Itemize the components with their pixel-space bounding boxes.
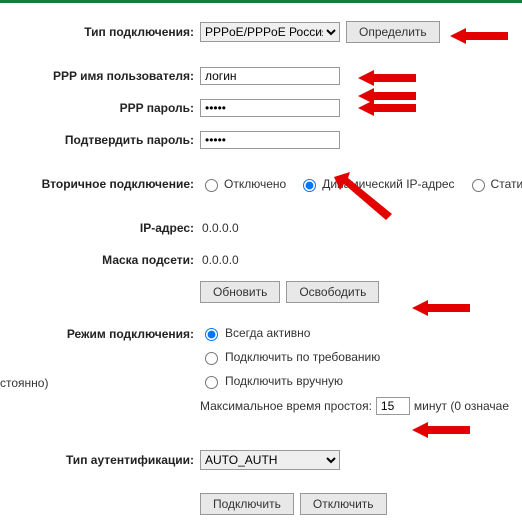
ppp-pass2-input[interactable]: [200, 131, 340, 149]
label-ip: IP-адрес:: [0, 221, 200, 235]
label-conn-type: Тип подключения:: [0, 25, 200, 39]
radio-secondary-dynamic-label: Динамический IP-адрес: [322, 177, 454, 191]
ip-value: 0.0.0.0: [200, 221, 239, 235]
radio-mode-manual[interactable]: Подключить вручную: [200, 373, 509, 389]
label-idle: Максимальное время простоя:: [200, 399, 372, 413]
detect-button[interactable]: Определить: [346, 21, 440, 43]
connect-button[interactable]: Подключить: [200, 493, 294, 515]
radio-secondary-off-label: Отключено: [224, 177, 286, 191]
auth-select[interactable]: AUTO_AUTH: [200, 450, 340, 470]
label-ppp-pass2: Подтвердить пароль:: [0, 133, 200, 147]
label-ppp-pass: PPP пароль:: [0, 101, 200, 115]
renew-button[interactable]: Обновить: [200, 281, 280, 303]
label-mask: Маска подсети:: [0, 253, 200, 267]
secondary-radio-group: Отключено Динамический IP-адрес Статиче: [200, 176, 522, 192]
radio-mode-ondemand-input[interactable]: [205, 352, 218, 365]
label-idle-suffix: минут (0 означае: [414, 399, 509, 413]
radio-mode-always-label: Всегда активно: [225, 326, 310, 340]
radio-mode-manual-input[interactable]: [205, 376, 218, 389]
radio-secondary-dynamic-input[interactable]: [303, 179, 316, 192]
radio-mode-ondemand[interactable]: Подключить по требованию: [200, 349, 509, 365]
radio-mode-always[interactable]: Всегда активно: [200, 325, 509, 341]
radio-mode-ondemand-label: Подключить по требованию: [225, 350, 380, 364]
ppp-user-input[interactable]: [200, 67, 340, 85]
radio-secondary-off-input[interactable]: [205, 179, 218, 192]
radio-secondary-static[interactable]: Статиче: [467, 176, 522, 192]
label-ppp-user: PPP имя пользователя:: [0, 69, 200, 83]
idle-input[interactable]: [376, 397, 410, 415]
mask-value: 0.0.0.0: [200, 253, 239, 267]
label-mode: Режим подключения:: [0, 325, 200, 341]
radio-mode-always-input[interactable]: [205, 328, 218, 341]
radio-secondary-static-label: Статиче: [491, 177, 522, 191]
mode-radio-group: Всегда активно Подключить по требованию …: [200, 325, 509, 415]
wan-settings-form: Тип подключения: PPPoE/PPPoE Россия Опре…: [0, 3, 522, 515]
label-auth: Тип аутентификации:: [0, 453, 200, 467]
radio-secondary-off[interactable]: Отключено: [200, 176, 286, 192]
truncated-text-fragment: стоянно): [0, 376, 48, 390]
disconnect-button[interactable]: Отключить: [300, 493, 387, 515]
radio-secondary-static-input[interactable]: [472, 179, 485, 192]
radio-mode-manual-label: Подключить вручную: [225, 374, 343, 388]
radio-secondary-dynamic[interactable]: Динамический IP-адрес: [298, 176, 454, 192]
conn-type-select[interactable]: PPPoE/PPPoE Россия: [200, 22, 340, 42]
release-button[interactable]: Освободить: [286, 281, 379, 303]
ppp-pass-input[interactable]: [200, 99, 340, 117]
label-secondary: Вторичное подключение:: [0, 177, 200, 191]
